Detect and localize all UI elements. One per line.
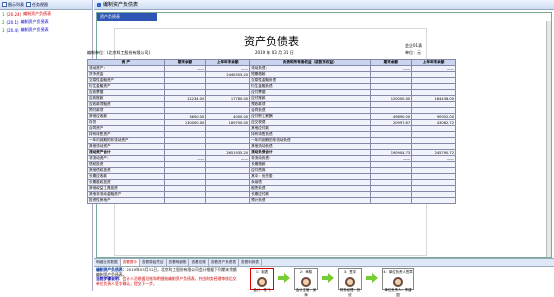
- task-code: (20.4): [6, 27, 19, 33]
- bottom-tabs: 明细业务数据 查看提示 查看原始凭证 查看明细账 查看总账 查看资产负债表 查看利润表: [94, 259, 554, 267]
- step-title: 4：单位负责人签章: [383, 270, 413, 274]
- balance-sheet-table: 资 产 期末余额 上年年末余额 负债和所有者权益（或股东权益） 期末余额 上年年…: [87, 59, 456, 204]
- step-caption: 财务经理：张欣: [339, 288, 361, 297]
- task-label: 编制资产负债表: [23, 11, 52, 16]
- task-label: 编制资产负债表: [20, 27, 49, 32]
- tab-task-view[interactable]: 任务视图: [26, 2, 48, 8]
- task-code: (20.1): [6, 19, 19, 25]
- bottom-tab[interactable]: 查看利润表: [239, 259, 262, 266]
- amount-cell[interactable]: [205, 197, 251, 204]
- avatar: [345, 277, 355, 287]
- tab-label: 任务视图: [32, 1, 48, 7]
- step-caption: 会计：陈飞: [253, 288, 271, 292]
- task-description: 编制资产负债表：2019年03月31日，北京科工股份有限公司会计根据下列期末余额…: [96, 267, 238, 286]
- step-3-card[interactable]: 3：签字 财务经理：张欣: [338, 268, 362, 297]
- bottom-panel: 明细业务数据 查看提示 查看原始凭证 查看明细账 查看总账 查看资产负债表 查看利润表 编制…: [94, 258, 554, 297]
- form-number: 会企01表: [405, 43, 423, 48]
- amount-cell[interactable]: [163, 197, 207, 204]
- task-number: 3: [2, 27, 5, 33]
- step-4-card[interactable]: 4：单位负责人签章 单位负责人：李建国: [382, 268, 414, 297]
- main-header: 编制资产负债表: [94, 0, 554, 10]
- tab-label: 图示列表: [8, 1, 24, 7]
- avatar: [301, 277, 311, 287]
- task-label: 编制资产负债表: [20, 19, 49, 24]
- step-2-card[interactable]: 2：审核 会计主管：吴海: [294, 268, 318, 297]
- bottom-tab[interactable]: 查看提示: [120, 259, 140, 266]
- list-icon: [2, 2, 7, 7]
- unit-label: 单位：元: [405, 50, 421, 55]
- main-title: 编制资产负债表: [103, 2, 139, 8]
- step-title: 2：审核: [299, 270, 313, 274]
- item-cell: 投资性房地产: [87, 197, 165, 204]
- amount-cell[interactable]: [369, 197, 413, 204]
- balance-sheet-document: 资产负债表 会企01表 编制单位：(北京科工股份有限公司) 2019 年 03 …: [87, 28, 456, 256]
- avatar: [393, 277, 403, 287]
- window-icon: [97, 2, 101, 7]
- left-panel: 图示列表 任务视图 1 (20.24) 编制资产负债表 2 (20.1) 编制资…: [0, 0, 93, 291]
- left-panel-tabs: 图示列表 任务视图: [0, 0, 92, 10]
- doc-title: 资产负债表: [244, 35, 299, 48]
- step-caption: 会计主管：吴海: [295, 288, 317, 297]
- bottom-tab[interactable]: 查看总账: [189, 259, 209, 266]
- task-code: (20.24): [6, 11, 22, 17]
- sheet-tab[interactable]: 资产负债表: [97, 13, 157, 21]
- bottom-tab[interactable]: 明细业务数据: [94, 259, 121, 266]
- task-number: 2: [2, 19, 5, 25]
- item-cell: 预计负债: [249, 197, 371, 204]
- amount-cell[interactable]: [411, 197, 456, 204]
- bottom-tab[interactable]: 查看原始凭证: [140, 259, 167, 266]
- company-name: 编制单位：(北京科工股份有限公司): [87, 50, 151, 55]
- table-row: 投资性房地产 预计负债: [87, 197, 456, 204]
- task-item[interactable]: 3 (20.4) 编制资产负债表: [0, 26, 92, 34]
- tab-diagram-list[interactable]: 图示列表: [2, 2, 24, 8]
- arrow-right-icon: [278, 273, 290, 283]
- step-1-card[interactable]: 1：制表 会计：陈飞: [250, 268, 274, 292]
- step-caption: 单位负责人：李建国: [384, 288, 412, 297]
- task-item[interactable]: 1 (20.24) 编制资产负债表: [0, 10, 92, 18]
- bottom-tab[interactable]: 查看资产负债表: [209, 259, 239, 266]
- avatar: [257, 277, 267, 287]
- task-icon: [26, 2, 31, 7]
- arrow-right-icon: [366, 273, 378, 283]
- arrow-right-icon: [322, 273, 334, 283]
- step-title: 3：签字: [343, 270, 357, 274]
- bottom-tab[interactable]: 查看明细账: [167, 259, 190, 266]
- report-date[interactable]: 2019 年 03 月 31 日: [255, 50, 294, 56]
- step-title: 1：制表: [255, 270, 269, 274]
- task-number: 1: [2, 11, 5, 17]
- vertical-scrollbar[interactable]: [546, 21, 551, 257]
- task-item[interactable]: 2 (20.1) 编制资产负债表: [0, 18, 92, 26]
